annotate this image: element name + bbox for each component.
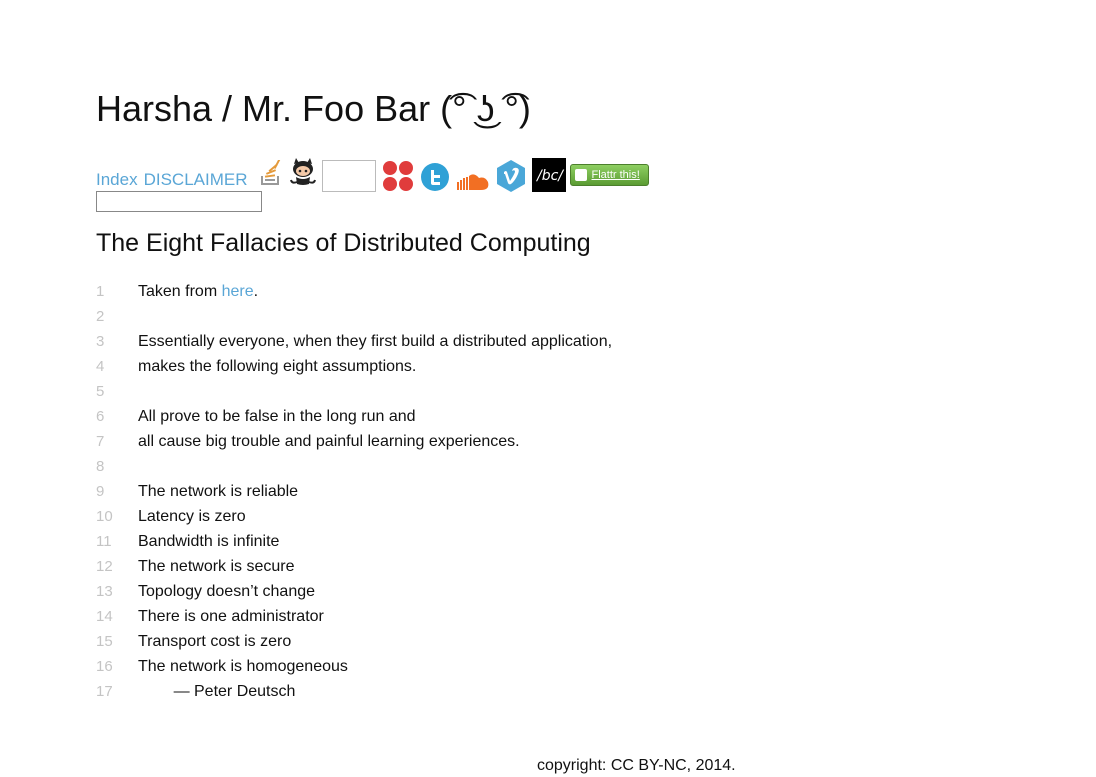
line-number: 14: [96, 608, 113, 625]
line-text-content: Bandwidth is infinite: [138, 533, 280, 550]
line-text: The network is homogeneous: [138, 654, 348, 679]
line-text: Transport cost is zero: [138, 629, 291, 654]
source-link[interactable]: here: [222, 283, 254, 300]
text-line: 4 makes the following eight assumptions.: [96, 354, 612, 379]
dots-grid-icon[interactable]: [382, 160, 414, 192]
line-number: 17: [96, 683, 113, 700]
nav-disclaimer-link[interactable]: DISCLAIMER: [144, 170, 248, 192]
line-text: The network is secure: [138, 554, 295, 579]
line-number: 11: [96, 533, 112, 550]
line-text: Bandwidth is infinite: [138, 529, 279, 554]
nav-index-link[interactable]: Index: [96, 170, 138, 192]
text-line: 14 There is one administrator: [96, 604, 612, 629]
soundcloud-icon[interactable]: [456, 172, 490, 192]
line-text: Topology doesn’t change: [138, 579, 315, 604]
line-text: There is one administrator: [138, 604, 324, 629]
text-line: 12 The network is secure: [96, 554, 612, 579]
text-line: 8: [96, 454, 612, 479]
line-text: Latency is zero: [138, 504, 246, 529]
line-number: 1: [96, 283, 105, 300]
twitter-icon[interactable]: [420, 162, 450, 192]
text-line: 13 Topology doesn’t change: [96, 579, 612, 604]
text-line: 7 all cause big trouble and painful learn…: [96, 429, 612, 454]
line-text-content: Transport cost is zero: [138, 633, 292, 650]
line-number: 5: [96, 383, 105, 400]
line-number: 10: [96, 508, 113, 525]
text-line: 5: [96, 379, 612, 404]
line-number: 9: [96, 483, 105, 500]
text-line: 10 Latency is zero: [96, 504, 612, 529]
blank-badge-icon[interactable]: [321, 160, 376, 192]
post-body: 1 Taken from here. 2 3 Essentially everyone,…: [96, 279, 612, 704]
site-title[interactable]: Harsha / Mr. Foo Bar (͡° ͜ʖ ͡°): [96, 88, 531, 130]
line-number: 13: [96, 583, 113, 600]
text-line: 17 — Peter Deutsch: [96, 679, 612, 704]
line-text-content: There is one administrator: [138, 608, 324, 625]
line-text-content: All prove to be false in the long run an…: [138, 408, 416, 425]
line-text-content: The network is reliable: [138, 483, 299, 500]
line-text: makes the following eight assumptions.: [138, 354, 416, 379]
top-navigation: Index DISCLAIMER /bc/ Flattr this!: [96, 152, 649, 192]
line-text: All prove to be false in the long run an…: [138, 404, 416, 429]
line-number: 8: [96, 458, 105, 475]
stackoverflow-icon[interactable]: [260, 160, 282, 186]
text-line: 3 Essentially everyone, when they first b…: [96, 329, 612, 354]
text-line: 1 Taken from here.: [96, 279, 612, 304]
bandcamp-icon[interactable]: /bc/: [531, 158, 566, 192]
line-text: all cause big trouble and painful learni…: [138, 429, 520, 454]
line-text-content: Latency is zero: [138, 508, 246, 525]
line-text: The network is reliable: [138, 479, 298, 504]
text-line: 2: [96, 304, 612, 329]
line-text-content: Taken from: [138, 283, 222, 300]
line-number: 15: [96, 633, 113, 650]
line-number: 6: [96, 408, 105, 425]
github-octocat-icon[interactable]: [288, 158, 318, 188]
line-text-content: Topology doesn’t change: [138, 583, 316, 600]
text-line: 15 Transport cost is zero: [96, 629, 612, 654]
line-text-content: The network is homogeneous: [138, 658, 348, 675]
line-text-content: The network is secure: [138, 558, 295, 575]
search-input[interactable]: [96, 191, 262, 212]
line-number: 12: [96, 558, 113, 575]
flattr-label: Flattr this!: [591, 169, 640, 181]
line-number: 3: [96, 333, 105, 350]
line-text-suffix: .: [253, 283, 259, 300]
line-text-content: — Peter Deutsch: [138, 683, 296, 700]
line-number: 2: [96, 308, 105, 325]
vimeo-icon[interactable]: [496, 160, 526, 192]
line-number: 7: [96, 433, 105, 450]
text-line: 11 Bandwidth is infinite: [96, 529, 612, 554]
line-text: — Peter Deutsch: [138, 679, 296, 704]
line-text: Essentially everyone, when they first bu…: [138, 329, 612, 354]
line-number: 16: [96, 658, 113, 675]
line-text-content: makes the following eight assumptions.: [138, 358, 417, 375]
flattr-icon: [574, 169, 587, 181]
flattr-button[interactable]: Flattr this!: [569, 164, 649, 186]
post-title: The Eight Fallacies of Distributed Compu…: [96, 229, 591, 257]
text-line: 9 The network is reliable: [96, 479, 612, 504]
line-number: 4: [96, 358, 105, 375]
line-text-content: all cause big trouble and painful learni…: [138, 433, 520, 450]
svg-text:/bc/: /bc/: [535, 168, 564, 184]
footer-copyright: copyright: CC BY-NC, 2014.: [537, 757, 736, 774]
line-text-content: Essentially everyone, when they first bu…: [138, 333, 613, 350]
text-line: 6 All prove to be false in the long run a…: [96, 404, 612, 429]
line-text: Taken from here.: [138, 279, 258, 304]
text-line: 16 The network is homogeneous: [96, 654, 612, 679]
